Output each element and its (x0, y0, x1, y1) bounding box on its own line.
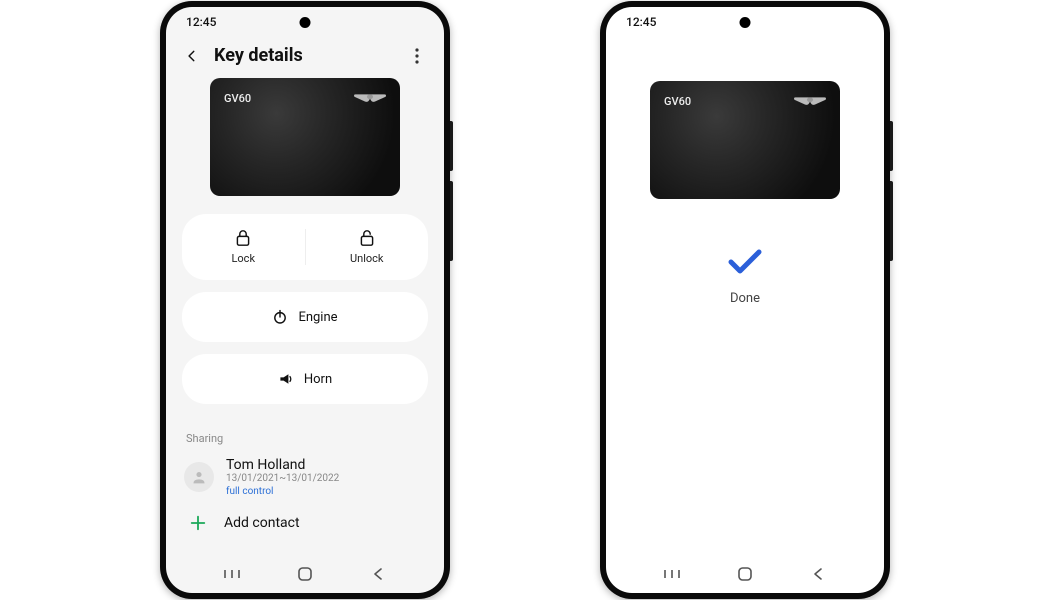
back-button[interactable] (184, 48, 200, 64)
phone-device-right: 12:45 GV60 Done (600, 1, 890, 599)
horn-label: Horn (304, 372, 332, 387)
nav-back-button[interactable] (798, 562, 838, 586)
genesis-wings-logo-icon (352, 90, 388, 109)
unlock-icon (359, 229, 375, 247)
navigation-bar (606, 555, 884, 593)
digital-key-card[interactable]: GV60 (210, 78, 400, 196)
more-options-button[interactable] (408, 48, 426, 64)
nav-back-button[interactable] (358, 562, 398, 586)
camera-hole (740, 17, 751, 28)
back-icon (811, 567, 825, 581)
content-area: GV60 Lock (166, 78, 444, 537)
status-time: 12:45 (186, 15, 216, 29)
chevron-left-icon (185, 49, 199, 63)
lock-unlock-panel: Lock Unlock (182, 214, 428, 280)
status-time: 12:45 (626, 15, 656, 29)
add-contact-label: Add contact (224, 515, 300, 531)
unlock-label: Unlock (350, 252, 384, 265)
recents-icon (223, 568, 241, 580)
camera-hole (300, 17, 311, 28)
page-title: Key details (214, 45, 394, 66)
digital-key-card[interactable]: GV60 (650, 81, 840, 199)
contact-dates: 13/01/2021~13/01/2022 (226, 473, 339, 484)
genesis-wings-logo-icon (792, 93, 828, 112)
plus-icon (188, 513, 208, 533)
lock-button[interactable]: Lock (182, 229, 305, 265)
screen: 12:45 Key details GV60 (166, 7, 444, 593)
engine-button[interactable]: Engine (182, 292, 428, 342)
checkmark-icon (725, 247, 765, 277)
horn-button[interactable]: Horn (182, 354, 428, 404)
contact-info: Tom Holland 13/01/2021~13/01/2022 full c… (226, 457, 339, 497)
nav-recents-button[interactable] (652, 562, 692, 586)
app-bar: Key details (166, 37, 444, 78)
back-icon (371, 567, 385, 581)
power-icon (272, 309, 288, 325)
home-icon (737, 566, 753, 582)
lock-label: Lock (231, 252, 255, 265)
unlock-button[interactable]: Unlock (306, 229, 429, 265)
recents-icon (663, 568, 681, 580)
home-icon (297, 566, 313, 582)
content-area: GV60 Done (606, 81, 884, 306)
spacer (606, 37, 884, 81)
horn-icon (278, 371, 294, 387)
more-vertical-icon (415, 48, 419, 64)
nav-recents-button[interactable] (212, 562, 252, 586)
nav-home-button[interactable] (285, 562, 325, 586)
sharing-section-header: Sharing (182, 416, 428, 451)
shared-contact-row[interactable]: Tom Holland 13/01/2021~13/01/2022 full c… (182, 451, 428, 503)
contact-name: Tom Holland (226, 457, 339, 473)
engine-label: Engine (298, 310, 337, 325)
screen: 12:45 GV60 Done (606, 7, 884, 593)
done-label: Done (730, 291, 760, 306)
navigation-bar (166, 555, 444, 593)
avatar (184, 462, 214, 492)
person-icon (191, 469, 207, 485)
add-contact-button[interactable]: Add contact (182, 503, 428, 537)
lock-icon (235, 229, 251, 247)
nav-home-button[interactable] (725, 562, 765, 586)
phone-device-left: 12:45 Key details GV60 (160, 1, 450, 599)
contact-permission: full control (226, 486, 339, 497)
done-status: Done (622, 247, 868, 306)
